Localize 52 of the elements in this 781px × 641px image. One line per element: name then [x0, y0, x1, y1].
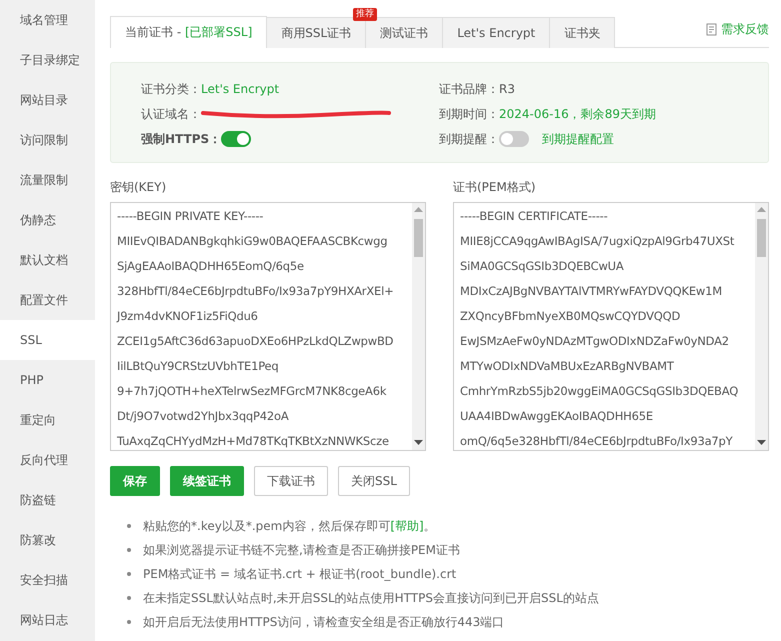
field-label: 到期提醒：: [439, 130, 499, 148]
sidebar-item[interactable]: PHP: [0, 360, 95, 400]
tab[interactable]: 当前证书 - [已部署SSL]: [110, 16, 268, 48]
sidebar-item[interactable]: SSL: [0, 320, 95, 360]
sidebar-item[interactable]: 默认文档: [0, 240, 95, 280]
help-note: 如开启后无法使用HTTPS访问，请检查安全组是否正确放行443端口: [143, 614, 504, 630]
scrollbar-thumb[interactable]: [757, 219, 766, 257]
sidebar-item[interactable]: 流量限制: [0, 160, 95, 200]
sidebar-item[interactable]: 网站日志: [0, 600, 95, 640]
sidebar-item[interactable]: 反向代理: [0, 440, 95, 480]
scrollbar[interactable]: [412, 203, 425, 450]
sidebar-item[interactable]: 防篡改: [0, 520, 95, 560]
sidebar-item[interactable]: 伪静态: [0, 200, 95, 240]
recommend-badge: 推荐: [353, 8, 378, 21]
scrollbar[interactable]: [755, 203, 768, 450]
scrollbar-thumb[interactable]: [414, 219, 423, 257]
field-label: 证书(PEM格式): [453, 179, 537, 196]
sidebar-item[interactable]: 访问限制: [0, 120, 95, 160]
field-label: 证书品牌：: [439, 80, 499, 98]
sidebar-item[interactable]: 域名管理: [0, 0, 95, 40]
field-value: Let's Encrypt: [201, 82, 280, 96]
field-value: R3: [499, 82, 515, 96]
field-label: 强制HTTPS：: [141, 130, 222, 148]
field-label: 密钥(KEY): [110, 179, 168, 196]
sidebar-item[interactable]: 网站目录: [0, 80, 95, 120]
sidebar-item[interactable]: 防盗链: [0, 480, 95, 520]
scroll-down-icon[interactable]: [757, 440, 766, 446]
sidebar-item[interactable]: 配置文件: [0, 280, 95, 320]
toggle-switch[interactable]: [221, 131, 252, 147]
field-label: 到期时间：: [439, 106, 499, 122]
field-label: 认证域名：: [141, 106, 201, 122]
tab[interactable]: 商用SSL证书: [266, 17, 366, 48]
tab[interactable]: Let's Encrypt: [442, 17, 550, 48]
help-note: 如果浏览器提示证书链不完整,请检查是否正确拼接PEM证书: [143, 542, 460, 558]
action-button[interactable]: 关闭SSL: [338, 466, 410, 496]
tab[interactable]: 证书夹: [549, 17, 616, 48]
help-note: 粘贴您的*.key以及*.pem内容，然后保存即可[帮助]。: [143, 518, 436, 534]
help-note: 在未指定SSL默认站点时,未开启SSL的站点使用HTTPS会直接访问到已开启SSL的站点: [143, 590, 599, 606]
text-area[interactable]: -----BEGIN PRIVATE KEY----- MIIEvQIBADANBgkqhkiG9w0BAQEFAASCBKcwgg SjAgEAAoIBAQDHH65EomQ/6q5e 328HbfTl/84eCE6bJrpdtuBFo/Ix93a7pY9HXArXEl+ J9zm4dvKNOF1iz5FiQdu6 ZCEI1g5AftC36d63apuoDXEo6HPzLkdQLZwpwBD IilLBtQuY9CRStzUVbhTE1Peq 9+7h7jQOTH+heXTelrwSezMFGrcM7NK8cgeA6k Dt/j9O7votwd2YhJbx3qqP42oA TuAxqZqCHYydMzH+Md78TKqTKBtXzNNWKScze: [110, 202, 426, 451]
field-value: 2024-06-16，剩余89天到期: [499, 106, 656, 122]
scroll-down-icon[interactable]: [414, 440, 423, 446]
field-label: 证书分类：: [141, 80, 201, 98]
sidebar-item[interactable]: 重定向: [0, 400, 95, 440]
scroll-up-icon[interactable]: [414, 207, 423, 213]
toggle-switch[interactable]: [499, 131, 529, 147]
sidebar-item[interactable]: 安全扫描: [0, 560, 95, 600]
tab[interactable]: 测试证书: [365, 17, 444, 48]
text-area[interactable]: -----BEGIN CERTIFICATE----- MIIE8jCCA9qgAwIBAgISA/7ugxiQzpAl9Grb47UXSt SiMA0GCSqGSIb3DQEBCwUA MDIxCzAJBgNVBAYTAlVTMRYwFAYDVQQKEw1M ZXQncyBFbmNyeXB0MQswCQYDVQQD EwJSMzAeFw0yNDAzMTgwODIxNDZaFw0yNDA2 MTYwODIxNDVaMBUxEzARBgNVBAMT CmhrYmRzbS5jb20wggEiMA0GCSqGSIb3DQEBAQ UAA4IBDwAwggEKAoIBAQDHH65E omQ/6q5e328HbfTl/84eCE6bJrpdtuBFo/Ix93a7pY: [453, 202, 769, 451]
action-button[interactable]: 下载证书: [254, 466, 328, 496]
sidebar-item[interactable]: 子目录绑定: [0, 40, 95, 80]
scroll-up-icon[interactable]: [757, 207, 766, 213]
help-note: PEM格式证书 = 域名证书.crt + 根证书(root_bundle).crt: [143, 566, 456, 582]
